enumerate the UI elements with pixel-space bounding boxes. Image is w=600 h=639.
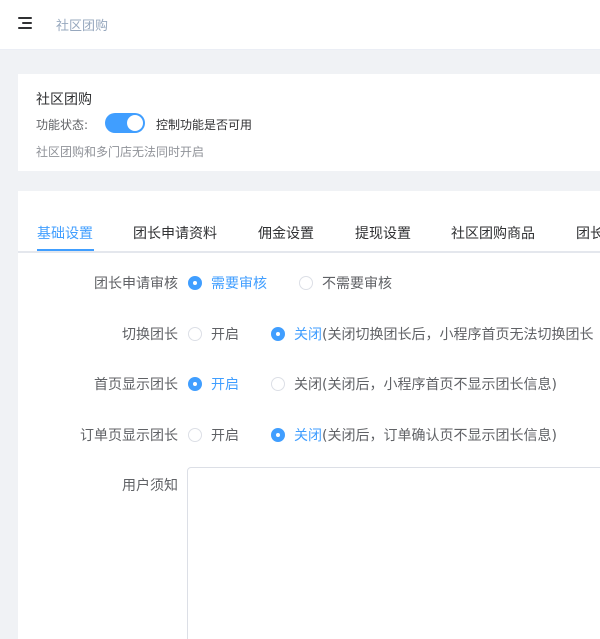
radio-note: (关闭切换团长后，小程序首页无法切换团长 — [322, 327, 594, 343]
active-tab-indicator — [37, 249, 94, 251]
radio-label: 开启 — [211, 327, 239, 343]
radio-dot — [188, 428, 202, 442]
radio-label: 关闭 — [294, 428, 322, 444]
settings-card: 基础设置 团长申请资料 佣金设置 提现设置 社区团购商品 团长 团长申请审核 需… — [18, 191, 600, 639]
order-show-on-radio[interactable]: 开启 — [188, 425, 239, 445]
switch-description: 控制功能是否可用 — [156, 118, 253, 132]
top-bar: 社区团购 — [0, 0, 600, 50]
settings-tabs: 基础设置 团长申请资料 佣金设置 提现设置 社区团购商品 团长 — [18, 191, 600, 253]
radio-dot — [188, 377, 202, 391]
tab-commission[interactable]: 佣金设置 — [258, 223, 314, 243]
menu-toggle-icon[interactable] — [18, 15, 36, 31]
home-show-off-radio[interactable]: 关闭 (关闭后，小程序首页不显示团长信息) — [271, 374, 557, 394]
feature-hint: 社区团购和多门店无法同时开启 — [36, 145, 205, 159]
radio-note: (关闭后，订单确认页不显示团长信息) — [322, 428, 557, 444]
tab-basic-settings[interactable]: 基础设置 — [37, 223, 93, 243]
breadcrumb[interactable]: 社区团购 — [56, 15, 108, 34]
order-show-off-radio[interactable]: 关闭 (关闭后，订单确认页不显示团长信息) — [271, 425, 557, 445]
notice-textarea[interactable] — [187, 467, 600, 639]
tab-leader[interactable]: 团长 — [576, 223, 600, 243]
notice-label: 用户须知 — [122, 478, 178, 494]
feature-status-card: 社区团购 功能状态: 控制功能是否可用 社区团购和多门店无法同时开启 — [18, 74, 600, 171]
review-not-required-radio[interactable]: 不需要审核 — [299, 273, 392, 293]
radio-dot — [271, 377, 285, 391]
tab-group-goods[interactable]: 社区团购商品 — [451, 223, 535, 243]
radio-label: 开启 — [211, 428, 239, 444]
radio-label: 需要审核 — [211, 276, 267, 292]
feature-toggle-switch[interactable] — [105, 113, 145, 133]
radio-note: (关闭后，小程序首页不显示团长信息) — [322, 377, 557, 393]
radio-label: 关闭 — [294, 377, 322, 393]
radio-dot — [299, 276, 313, 290]
switch-leader-on-radio[interactable]: 开启 — [188, 324, 239, 344]
review-required-radio[interactable]: 需要审核 — [188, 273, 267, 293]
tab-leader-application[interactable]: 团长申请资料 — [133, 223, 217, 243]
review-label: 团长申请审核 — [94, 276, 178, 292]
radio-label: 不需要审核 — [322, 276, 392, 292]
feature-title: 社区团购 — [36, 92, 92, 108]
switch-leader-off-radio[interactable]: 关闭 (关闭切换团长后，小程序首页无法切换团长 — [271, 324, 593, 344]
switch-leader-label: 切换团长 — [122, 327, 178, 343]
status-label: 功能状态: — [36, 118, 89, 132]
home-show-label: 首页显示团长 — [94, 377, 178, 393]
radio-dot — [188, 327, 202, 341]
radio-label: 关闭 — [294, 327, 322, 343]
home-show-on-radio[interactable]: 开启 — [188, 374, 239, 394]
radio-dot — [271, 428, 285, 442]
radio-dot — [188, 276, 202, 290]
tab-withdrawal[interactable]: 提现设置 — [355, 223, 411, 243]
radio-label: 开启 — [211, 377, 239, 393]
switch-knob — [127, 115, 143, 131]
radio-dot — [271, 327, 285, 341]
order-show-label: 订单页显示团长 — [80, 428, 178, 444]
